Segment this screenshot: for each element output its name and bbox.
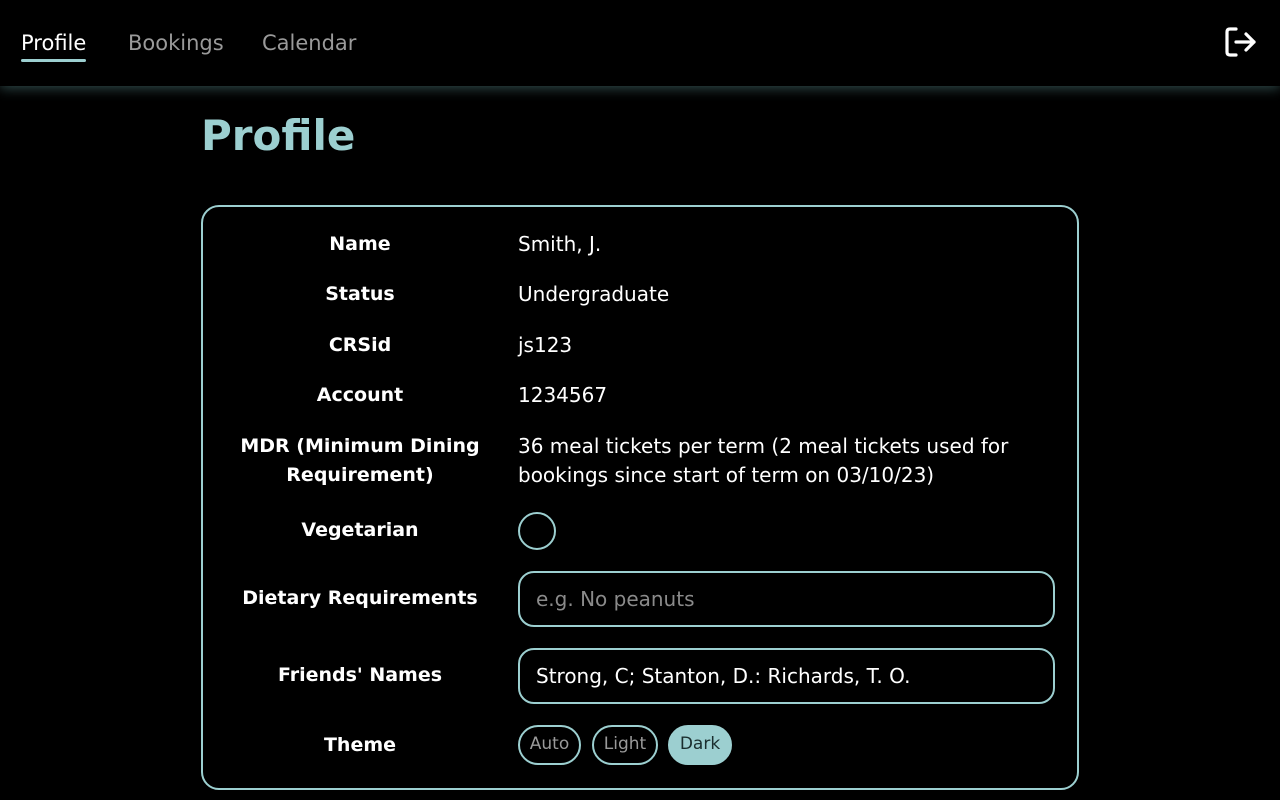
logout-icon: [1225, 27, 1256, 57]
vegetarian-toggle[interactable]: [518, 512, 556, 550]
friends-names-input[interactable]: [518, 648, 1055, 704]
theme-dark-button[interactable]: Dark: [668, 725, 732, 765]
crsid-label: CRSid: [328, 334, 392, 356]
theme-label: Theme: [323, 734, 397, 756]
status-label: Status: [325, 283, 395, 305]
account-label: Account: [316, 384, 404, 406]
tab-calendar[interactable]: Calendar: [262, 28, 356, 58]
theme-auto-button[interactable]: Auto: [518, 725, 581, 765]
crsid-value: js123: [518, 333, 573, 357]
account-value: 1234567: [518, 383, 608, 407]
tab-profile-label: Profile: [21, 31, 87, 55]
status-value: Undergraduate: [518, 282, 670, 306]
dietary-requirements-input[interactable]: [518, 571, 1055, 627]
page-title: Profile: [201, 111, 356, 160]
dietary-requirements-label: Dietary Requirements: [242, 587, 478, 609]
name-value: Smith, J.: [518, 232, 602, 256]
tab-profile[interactable]: Profile: [21, 28, 87, 62]
active-tab-indicator: [21, 59, 87, 62]
logout-button[interactable]: [1224, 26, 1258, 58]
tab-calendar-label: Calendar: [262, 31, 357, 55]
tab-bookings-label: Bookings: [128, 31, 224, 55]
tab-bookings[interactable]: Bookings: [128, 28, 224, 58]
friends-names-label: Friends' Names: [277, 664, 443, 686]
top-navigation-bar: Profile Bookings Calendar: [0, 0, 1280, 86]
mdr-label: MDR (Minimum Dining Requirement): [240, 435, 480, 486]
name-label: Name: [329, 233, 391, 255]
theme-light-button[interactable]: Light: [592, 725, 658, 765]
vegetarian-label: Vegetarian: [301, 519, 419, 541]
mdr-value: 36 meal tickets per term (2 meal tickets…: [518, 434, 1009, 487]
